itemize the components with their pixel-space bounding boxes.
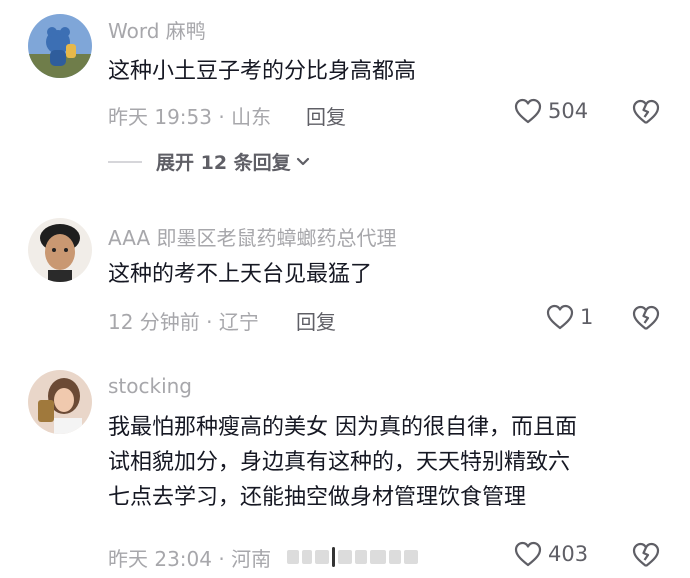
comment-username[interactable]: stocking [108,374,192,398]
comment-meta: 昨天 23:04 · 河南 [108,547,272,571]
avatar[interactable] [28,370,92,434]
comment-item: stocking 我最怕那种瘦高的美女 因为真的很自律，而且面 试相貌加分，身边… [0,0,690,578]
comment-text-line: 七点去学习，还能抽空做身材管理饮食管理 [108,485,527,510]
heart-outline-icon [514,541,542,567]
comment-text-line: 试相貌加分，身边真有这种的，天天特别精致六 [108,450,571,475]
like-count: 403 [548,542,589,566]
comment-text-line: 我最怕那种瘦高的美女 因为真的很自律，而且面 [108,415,577,440]
broken-heart-icon [632,542,660,567]
watermark [287,547,421,567]
dislike-button[interactable] [632,542,660,572]
comment-text: 我最怕那种瘦高的美女 因为真的很自律，而且面 试相貌加分，身边真有这种的，天天特… [108,410,668,515]
like-button[interactable]: 403 [514,541,588,567]
